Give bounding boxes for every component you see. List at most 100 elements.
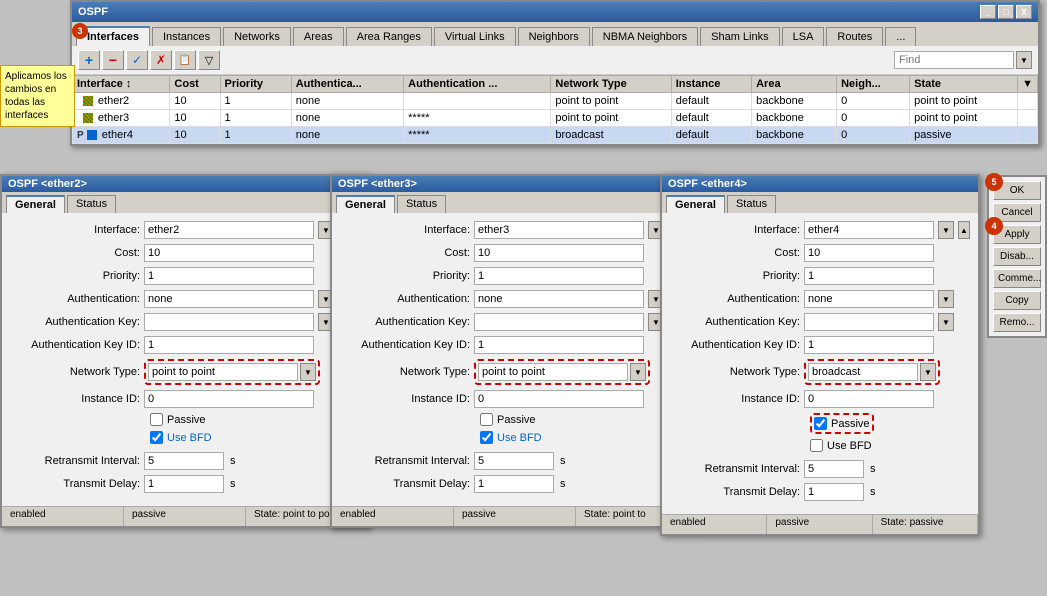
table-row[interactable]: ether2 10 1 none point to point default … [73,93,1038,110]
ether3-transmit-input[interactable] [474,475,554,493]
maximize-button[interactable]: □ [998,5,1014,19]
comment-button[interactable]: Comme... [993,269,1041,288]
close-button[interactable]: X [1016,5,1032,19]
ether4-auth-keyid-label: Authentication Key ID: [670,339,800,351]
ether4-retransmit-input[interactable] [804,460,864,478]
ether3-network-type-dropdown[interactable]: ▼ [630,363,646,381]
ether3-retransmit-input[interactable] [474,452,554,470]
table-row[interactable]: P ether4 10 1 none ***** broadcast defau… [73,127,1038,144]
tab-instances[interactable]: Instances [152,27,221,46]
tab-virtual-links[interactable]: Virtual Links [434,27,516,46]
ether2-interface-input[interactable] [144,221,314,239]
tab-more[interactable]: ... [885,27,916,46]
ether4-auth-key-dropdown[interactable]: ▼ [938,313,954,331]
ether4-auth-keyid-input[interactable] [804,336,934,354]
ospf-title-bar: OSPF _ □ X [72,2,1038,22]
disable-button[interactable]: Disab... [993,247,1041,266]
tab-interfaces[interactable]: 3 Interfaces [76,26,150,46]
ether4-transmit-input[interactable] [804,483,864,501]
ether3-interface-input[interactable] [474,221,644,239]
ether4-tab-general[interactable]: General [666,195,725,213]
ether2-instance-id-input[interactable] [144,390,314,408]
ether4-network-type-input[interactable] [808,363,918,381]
tab-area-ranges[interactable]: Area Ranges [346,27,432,46]
ether2-auth-input[interactable] [144,290,314,308]
ether2-network-type-input[interactable] [148,363,298,381]
tab-networks[interactable]: Networks [223,27,291,46]
ether2-priority-input[interactable] [144,267,314,285]
ether2-passive-checkbox[interactable] [150,413,163,426]
ether4-interface-scroll[interactable]: ▲ [958,221,970,239]
ether4-passive-checkbox[interactable] [814,417,827,430]
tab-routes[interactable]: Routes [826,27,883,46]
ether3-use-bfd-checkbox[interactable] [480,431,493,444]
ether2-network-type-row: Network Type: ▼ [10,359,360,385]
find-input[interactable] [894,51,1014,69]
copy-button[interactable]: Copy [993,291,1041,310]
col-header-cost: Cost [170,76,220,93]
tab-areas[interactable]: Areas [293,27,344,46]
ether3-network-type-input[interactable] [478,363,628,381]
col-header-dropdown[interactable]: ▼ [1018,76,1038,93]
copy-button[interactable]: 📋 [174,50,196,70]
table-row[interactable]: ether3 10 1 none ***** point to point de… [73,110,1038,127]
ether3-tab-status[interactable]: Status [397,195,446,213]
find-dropdown[interactable]: ▼ [1016,51,1032,69]
ether2-tab-status[interactable]: Status [67,195,116,213]
ether2-window: OSPF <ether2> General Status Interface: … [0,174,370,528]
tab-nbma-neighbors[interactable]: NBMA Neighbors [592,27,698,46]
ether4-use-bfd-checkbox[interactable] [810,439,823,452]
remove-button[interactable]: Remo... [993,313,1041,332]
ether2-network-type-dropdown[interactable]: ▼ [300,363,316,381]
tab-sham-links[interactable]: Sham Links [700,27,779,46]
ether4-interface-row: Interface: ▼ ▲ [670,221,970,239]
ether3-passive-checkbox[interactable] [480,413,493,426]
remove-button[interactable]: − [102,50,124,70]
ether3-instance-id-input[interactable] [474,390,644,408]
filter-button[interactable]: ▽ [198,50,220,70]
cell-auth-key [404,93,551,110]
col-header-auth-key: Authentication ... [404,76,551,93]
ether2-auth-key-row: Authentication Key: ▼ [10,313,360,331]
ether3-auth-row: Authentication: ▼ [340,290,690,308]
check-button[interactable]: ✓ [126,50,148,70]
ether3-cost-input[interactable] [474,244,644,262]
cell-cost: 10 [170,93,220,110]
ether4-auth-dropdown[interactable]: ▼ [938,290,954,308]
window-controls: _ □ X [980,5,1032,19]
ether4-network-type-dropdown[interactable]: ▼ [920,363,936,381]
ether2-use-bfd-checkbox[interactable] [150,431,163,444]
ether4-auth-input[interactable] [804,290,934,308]
add-button[interactable]: + [78,50,100,70]
ether3-tab-general[interactable]: General [336,195,395,213]
ether3-auth-input[interactable] [474,290,644,308]
cross-button[interactable]: ✗ [150,50,172,70]
ether2-retransmit-input[interactable] [144,452,224,470]
ether3-auth-key-input[interactable] [474,313,644,331]
ether3-auth-keyid-row: Authentication Key ID: [340,336,690,354]
ether4-interface-input[interactable] [804,221,934,239]
ether4-title: OSPF <ether4> [662,176,978,192]
ether2-transmit-input[interactable] [144,475,224,493]
ether4-instance-id-input[interactable] [804,390,934,408]
ether4-tab-status[interactable]: Status [727,195,776,213]
ether3-auth-key-label: Authentication Key: [340,316,470,328]
note-text: Aplicamos los cambios en todas las inter… [5,71,67,121]
ether2-auth-key-input[interactable] [144,313,314,331]
tab-lsa[interactable]: LSA [782,27,825,46]
ether3-priority-input[interactable] [474,267,644,285]
ether4-cost-input[interactable] [804,244,934,262]
ether4-priority-input[interactable] [804,267,934,285]
ether3-auth-keyid-input[interactable] [474,336,644,354]
minimize-button[interactable]: _ [980,5,996,19]
col-header-neigh: Neigh... [837,76,910,93]
tab-neighbors[interactable]: Neighbors [518,27,590,46]
ether2-tab-general[interactable]: General [6,195,65,213]
ether4-auth-key-input[interactable] [804,313,934,331]
cell-state: point to point [910,93,1018,110]
ether2-cost-input[interactable] [144,244,314,262]
ether4-interface-dropdown[interactable]: ▼ [938,221,954,239]
ether2-auth-keyid-input[interactable] [144,336,314,354]
ether2-interface-row: Interface: ▼ ▲ [10,221,360,239]
ether4-auth-label: Authentication: [670,293,800,305]
